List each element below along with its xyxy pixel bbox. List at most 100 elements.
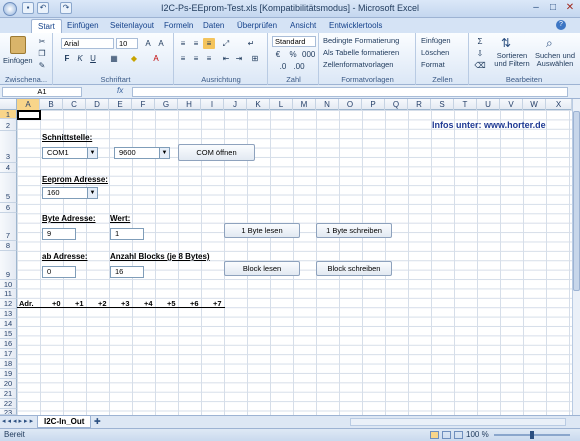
row-header[interactable]: 1 [0, 110, 17, 119]
row-header[interactable]: 20 [0, 379, 17, 389]
column-header[interactable]: C [63, 99, 86, 110]
orientation-icon[interactable]: ⤢ [220, 38, 232, 49]
tab-formeln[interactable]: Formeln [158, 19, 199, 33]
scroll-thumb[interactable] [573, 111, 580, 291]
column-header[interactable]: L [270, 99, 293, 110]
row-header[interactable]: 14 [0, 319, 17, 329]
active-cell[interactable] [17, 110, 41, 120]
row-header[interactable]: 5 [0, 173, 17, 203]
byte-address-input[interactable]: 9 [42, 228, 76, 240]
increase-indent-icon[interactable]: ⇥ [233, 53, 245, 64]
align-right-icon[interactable]: ≡ [203, 53, 215, 64]
delete-cells-button[interactable]: Löschen [421, 48, 449, 57]
shrink-font-icon[interactable]: A [155, 38, 167, 49]
tab-entwicklertools[interactable]: Entwicklertools [323, 19, 388, 33]
column-header[interactable]: I [201, 99, 224, 110]
tab-start[interactable]: Start [31, 19, 62, 33]
find-select-button[interactable]: Suchen und Auswählen [534, 52, 576, 68]
read-byte-button[interactable]: 1 Byte lesen [224, 223, 300, 238]
com-open-button[interactable]: COM öffnen [178, 144, 255, 161]
row-header[interactable]: 6 [0, 203, 17, 213]
cell-styles-button[interactable]: Zellenformatvorlagen [323, 60, 393, 69]
minimize-icon[interactable]: – [528, 1, 544, 15]
new-sheet-icon[interactable]: ✚ [94, 417, 106, 427]
column-header[interactable]: K [247, 99, 270, 110]
thousands-icon[interactable]: 000 [302, 49, 315, 60]
column-header[interactable]: A [17, 99, 40, 110]
align-left-icon[interactable]: ≡ [177, 53, 189, 64]
column-header[interactable]: H [178, 99, 201, 110]
write-block-button[interactable]: Block schreiben [316, 261, 392, 276]
tab-ueberpruefen[interactable]: Überprüfen [231, 19, 283, 33]
row-header[interactable]: 22 [0, 399, 17, 409]
row-header[interactable]: 16 [0, 339, 17, 349]
row-header[interactable]: 21 [0, 389, 17, 399]
column-header[interactable]: F [132, 99, 155, 110]
page-layout-icon[interactable] [442, 431, 451, 439]
fill-color-icon[interactable]: ◆ [128, 53, 140, 64]
column-header[interactable]: U [477, 99, 500, 110]
horizontal-scrollbar[interactable] [350, 418, 566, 426]
fx-icon[interactable]: fx [117, 86, 123, 95]
row-header[interactable]: 8 [0, 241, 17, 251]
format-painter-icon[interactable]: ✎ [36, 60, 48, 71]
column-header[interactable]: M [293, 99, 316, 110]
row-header[interactable]: 4 [0, 163, 17, 173]
decrease-indent-icon[interactable]: ⇤ [220, 53, 232, 64]
clear-icon[interactable]: ⌫ [474, 60, 486, 71]
column-header[interactable]: N [316, 99, 339, 110]
border-icon[interactable]: ▦ [108, 53, 120, 64]
underline-icon[interactable]: U [87, 53, 99, 64]
column-header[interactable]: Q [385, 99, 408, 110]
page-break-icon[interactable] [454, 431, 463, 439]
help-icon[interactable]: ? [556, 20, 566, 30]
row-header[interactable]: 7 [0, 213, 17, 241]
column-header[interactable]: R [408, 99, 431, 110]
align-center-icon[interactable]: ≡ [190, 53, 202, 64]
column-header[interactable]: O [339, 99, 362, 110]
paste-label[interactable]: Einfügen [3, 56, 33, 65]
port-select[interactable]: COM1 ▼ [42, 147, 98, 159]
paste-icon[interactable] [10, 36, 26, 54]
tab-einfuegen[interactable]: Einfügen [61, 19, 105, 33]
sheet-tab-i2c[interactable]: I2C-In_Out [37, 416, 92, 428]
eeprom-select[interactable]: 160 ▼ [42, 187, 98, 199]
row-header[interactable]: 19 [0, 369, 17, 379]
zoom-slider-thumb[interactable] [530, 431, 534, 439]
font-size-select[interactable]: 10 [116, 38, 138, 49]
align-bottom-icon[interactable]: ≡ [203, 38, 215, 49]
format-cells-button[interactable]: Format [421, 60, 445, 69]
font-name-select[interactable]: Arial [61, 38, 114, 49]
formula-input[interactable] [132, 87, 568, 97]
font-color-icon[interactable]: A [150, 53, 162, 64]
column-header[interactable]: V [500, 99, 523, 110]
name-box[interactable]: A1 [2, 87, 82, 97]
sort-filter-icon[interactable]: ⇅ [501, 36, 515, 50]
row-header[interactable]: 10 [0, 280, 17, 289]
tab-seitenlayout[interactable]: Seitenlayout [104, 19, 160, 33]
column-header[interactable]: B [40, 99, 63, 110]
read-block-button[interactable]: Block lesen [224, 261, 300, 276]
row-header[interactable]: 9 [0, 251, 17, 280]
row-header[interactable]: 18 [0, 359, 17, 369]
blocks-input[interactable]: 16 [110, 266, 144, 278]
wert-input[interactable]: 1 [110, 228, 144, 240]
decrease-decimal-icon[interactable]: .00 [293, 61, 305, 72]
write-byte-button[interactable]: 1 Byte schreiben [316, 223, 392, 238]
ab-address-input[interactable]: 0 [42, 266, 76, 278]
italic-icon[interactable]: K [74, 53, 86, 64]
conditional-format-button[interactable]: Bedingte Formatierung [323, 36, 399, 45]
baud-select[interactable]: 9600 ▼ [114, 147, 170, 159]
row-header[interactable]: 15 [0, 329, 17, 339]
sort-filter-button[interactable]: Sortieren und Filtern [492, 52, 532, 68]
select-all-corner[interactable] [0, 99, 17, 110]
column-header[interactable]: T [454, 99, 477, 110]
chevron-down-icon[interactable]: ▼ [159, 148, 169, 158]
bold-icon[interactable]: F [61, 53, 73, 64]
grow-font-icon[interactable]: A [142, 38, 154, 49]
row-header[interactable]: 11 [0, 289, 17, 299]
column-header[interactable]: S [431, 99, 454, 110]
tab-daten[interactable]: Daten [197, 19, 230, 33]
chevron-down-icon[interactable]: ▼ [87, 148, 97, 158]
column-header[interactable]: P [362, 99, 385, 110]
